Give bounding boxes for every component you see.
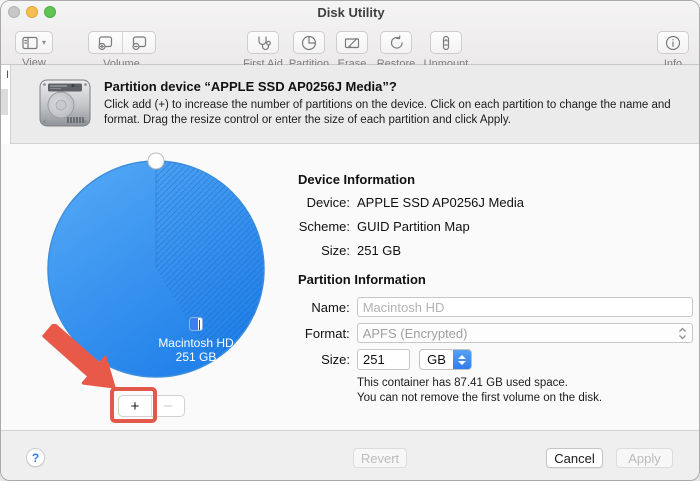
info-icon bbox=[665, 35, 681, 50]
macintosh-hd-volume-icon bbox=[189, 317, 203, 331]
partition-pie-chart[interactable]: Macintosh HD 251 GB bbox=[46, 149, 266, 389]
clipped-sidebar-text: I bbox=[6, 69, 10, 81]
remove-volume-button[interactable] bbox=[122, 32, 155, 53]
device-row-label: Device: bbox=[306, 195, 350, 210]
partition-add-remove-control: + − bbox=[118, 395, 185, 417]
chevron-down-icon: ▾ bbox=[41, 38, 46, 47]
used-space-note: This container has 87.41 GB used space. bbox=[357, 377, 568, 389]
restore-button[interactable] bbox=[380, 31, 412, 54]
cancel-button[interactable]: Cancel bbox=[546, 448, 603, 468]
select-chevrons-icon bbox=[679, 327, 686, 339]
add-volume-button[interactable] bbox=[89, 32, 122, 53]
toolbar-volume: Volume bbox=[88, 31, 156, 70]
toolbar-partition: Partition bbox=[285, 31, 333, 70]
first-aid-button[interactable] bbox=[247, 31, 279, 54]
name-field-label: Name: bbox=[311, 299, 350, 315]
info-column: Device Information Device: APPLE SSD AP0… bbox=[298, 144, 693, 406]
device-row-value: APPLE SSD AP0256J Media bbox=[357, 195, 524, 210]
unmount-button[interactable] bbox=[430, 31, 462, 54]
scheme-row-value: GUID Partition Map bbox=[357, 219, 470, 234]
stepper-down-icon bbox=[458, 360, 466, 365]
partition-size-input[interactable] bbox=[357, 349, 410, 370]
restore-icon bbox=[390, 34, 403, 49]
device-row: Device: APPLE SSD AP0256J Media bbox=[298, 195, 693, 210]
size-form-row: Size: GB bbox=[298, 349, 693, 370]
scheme-row-label: Scheme: bbox=[298, 219, 350, 234]
name-form-row: Name: bbox=[298, 297, 693, 317]
stepper-up-icon bbox=[458, 354, 466, 359]
window-title: Disk Utility bbox=[317, 5, 385, 20]
device-info-heading: Device Information bbox=[298, 172, 416, 187]
size-field-label: Size: bbox=[321, 352, 350, 367]
format-select[interactable]: APFS (Encrypted) bbox=[356, 323, 693, 343]
titlebar: Disk Utility bbox=[1, 1, 699, 23]
disk-utility-window: Disk Utility ▾ View Volume First Aid Par… bbox=[0, 0, 700, 481]
help-button[interactable]: ? bbox=[26, 448, 45, 467]
toolbar-erase: Erase bbox=[331, 31, 373, 70]
first-aid-icon bbox=[258, 35, 271, 50]
partition-icon bbox=[301, 35, 317, 50]
size-unit-stepper[interactable] bbox=[453, 350, 471, 369]
sidebar-selection-fragment bbox=[1, 89, 8, 115]
volume-plus-icon bbox=[98, 35, 113, 50]
sheet-footer: ? Revert Cancel Apply bbox=[1, 430, 699, 480]
toolbar-view: ▾ View bbox=[11, 31, 57, 69]
apply-button[interactable]: Apply bbox=[616, 448, 673, 468]
hard-disk-icon bbox=[39, 79, 91, 127]
remove-volume-note: You can not remove the first volume on t… bbox=[357, 392, 603, 404]
toolbar-info: Info bbox=[653, 31, 693, 70]
resize-handle[interactable] bbox=[147, 152, 165, 170]
window-chrome: Disk Utility ▾ View Volume First Aid Par… bbox=[1, 1, 699, 70]
erase-button[interactable] bbox=[336, 31, 368, 54]
view-button[interactable]: ▾ bbox=[14, 31, 53, 54]
sidebar-view-icon bbox=[22, 36, 38, 49]
size-unit-value: GB bbox=[427, 352, 446, 367]
partition-sheet-body: Macintosh HD 251 GB + − Device Informati… bbox=[1, 144, 699, 430]
background-sidebar-sliver: I bbox=[1, 65, 11, 144]
info-button[interactable] bbox=[657, 31, 689, 54]
remove-partition-button[interactable]: − bbox=[151, 396, 184, 416]
toolbar-first-aid: First Aid bbox=[237, 31, 289, 70]
pie-volume-name: Macintosh HD bbox=[158, 336, 234, 350]
partition-name-input[interactable] bbox=[356, 297, 693, 317]
erase-icon bbox=[344, 37, 360, 48]
format-selected-value: APFS (Encrypted) bbox=[362, 325, 468, 341]
volume-minus-icon bbox=[131, 35, 146, 50]
pie-volume-size: 251 GB bbox=[175, 350, 217, 364]
size-unit-control: GB bbox=[419, 349, 472, 370]
sheet-description: Click add (+) to increase the number of … bbox=[104, 99, 671, 126]
unmount-icon bbox=[442, 35, 450, 50]
pie-volume-label: Macintosh HD 251 GB bbox=[131, 317, 261, 364]
scheme-row: Scheme: GUID Partition Map bbox=[298, 219, 693, 234]
toolbar-unmount: Unmount bbox=[419, 31, 473, 70]
format-field-label: Format: bbox=[304, 325, 350, 341]
toolbar-restore: Restore bbox=[373, 31, 419, 70]
size-row-label: Size: bbox=[321, 243, 350, 258]
add-partition-button[interactable]: + bbox=[119, 396, 151, 416]
size-row: Size: 251 GB bbox=[298, 243, 693, 258]
format-form-row: Format: APFS (Encrypted) bbox=[298, 323, 693, 343]
partition-notes: This container has 87.41 GB used space. … bbox=[357, 376, 693, 406]
partition-info-heading: Partition Information bbox=[298, 272, 426, 287]
sheet-title: Partition device “APPLE SSD AP0256J Medi… bbox=[104, 79, 397, 94]
size-row-value: 251 GB bbox=[357, 243, 402, 258]
revert-button[interactable]: Revert bbox=[353, 448, 407, 468]
partition-button[interactable] bbox=[293, 31, 325, 54]
partition-sheet-header: Partition device “APPLE SSD AP0256J Medi… bbox=[11, 65, 699, 144]
